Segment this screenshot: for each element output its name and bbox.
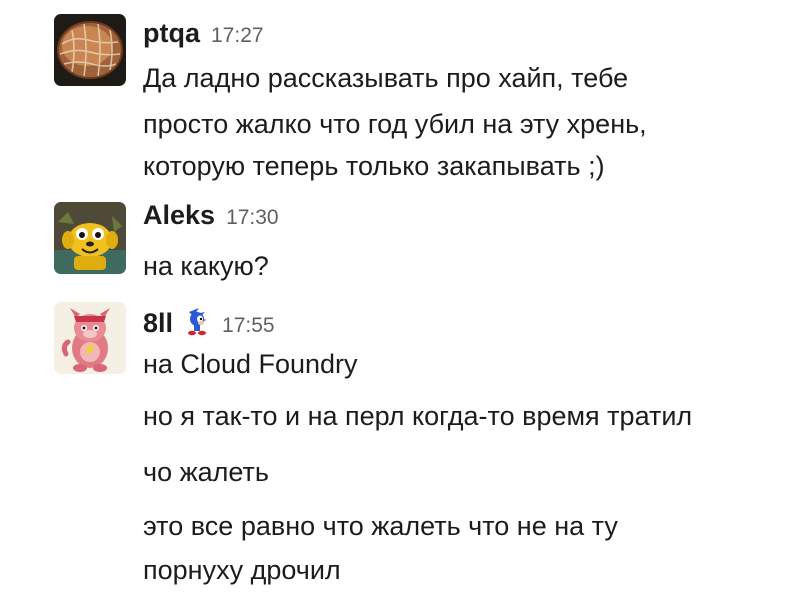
message-text: порнуху дрочил [143, 555, 341, 585]
message-text: на Cloud Foundry [143, 349, 358, 379]
avatar-8ll[interactable] [54, 302, 126, 374]
message-aleks[interactable]: Aleks 17:30 на какую? [0, 196, 794, 288]
message-text: просто жалко что год убил на эту хрень, [143, 109, 647, 139]
avatar-aleks[interactable] [54, 202, 126, 274]
blue-hedgehog-status-icon[interactable] [183, 306, 211, 336]
message-8ll[interactable]: 8ll 17:55 на Cloud Foundry но я так-то и… [0, 296, 794, 596]
author-name[interactable]: ptqa [143, 18, 200, 49]
message-ptqa[interactable]: ptqa 17:27 Да ладно рассказывать про хай… [0, 0, 794, 200]
message-text: на какую? [143, 251, 269, 281]
message-header: 8ll 17:55 [143, 302, 275, 338]
avatar-ptqa[interactable] [54, 14, 126, 86]
creature-cartoon-avatar-icon [54, 302, 126, 374]
message-text: которую теперь только закапывать ;) [143, 151, 605, 181]
message-text: Да ладно рассказывать про хайп, тебе [143, 63, 629, 93]
message-text: это все равно что жалеть что не на ту [143, 511, 618, 541]
message-header: Aleks 17:30 [143, 200, 279, 236]
message-text: чо жалеть [143, 457, 269, 487]
author-name[interactable]: 8ll [143, 308, 173, 339]
timestamp[interactable]: 17:55 [222, 314, 275, 338]
timestamp[interactable]: 17:27 [211, 24, 264, 48]
message-text: но я так-то и на перл когда-то время тра… [143, 401, 693, 431]
timestamp[interactable]: 17:30 [226, 206, 279, 230]
author-name[interactable]: Aleks [143, 200, 215, 231]
sponge-avatar-icon [54, 14, 126, 86]
message-header: ptqa 17:27 [143, 18, 264, 54]
dog-cartoon-avatar-icon [54, 202, 126, 274]
